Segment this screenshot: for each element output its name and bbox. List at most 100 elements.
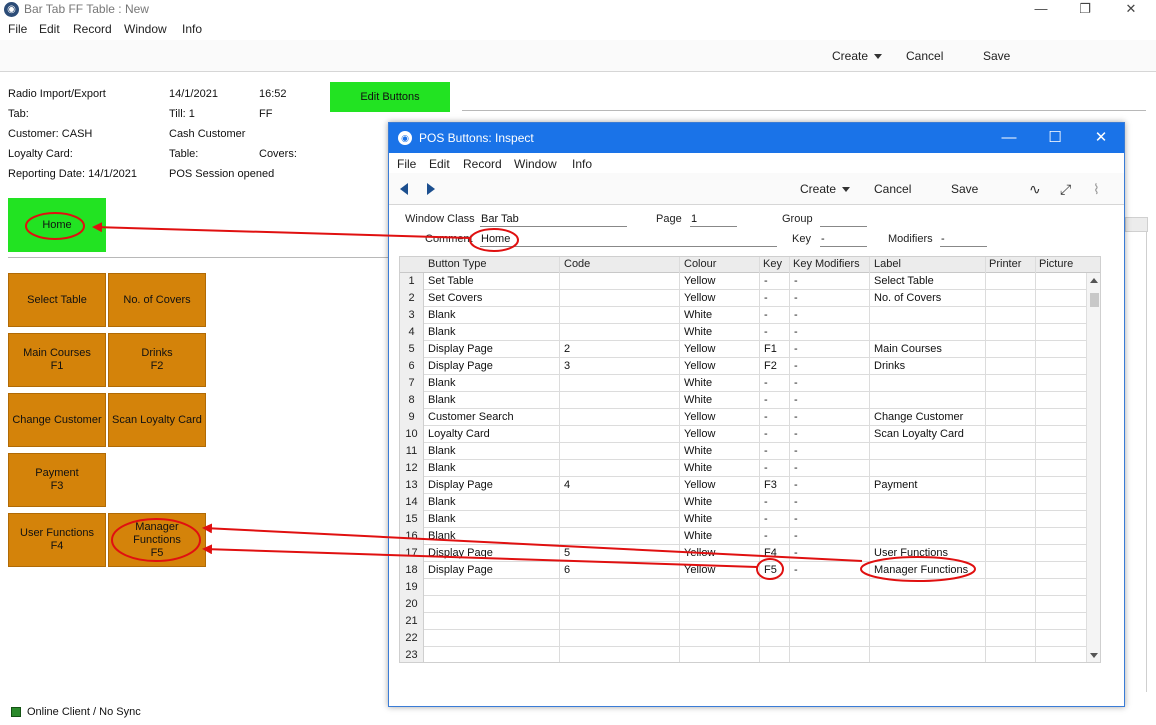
grid-scrollbar[interactable] [1086, 273, 1100, 662]
modifiers-field[interactable]: - [940, 233, 987, 247]
cell-key-modifiers[interactable]: - [794, 479, 798, 491]
cell-code[interactable]: 2 [564, 343, 570, 355]
col-button-type[interactable]: Button Type [428, 258, 487, 270]
menu-file[interactable]: File [397, 157, 416, 171]
cell-label[interactable]: Drinks [874, 360, 905, 372]
cell-key[interactable]: - [764, 292, 768, 304]
key-field[interactable]: - [820, 233, 867, 247]
cell-label[interactable]: No. of Covers [874, 292, 941, 304]
cancel-button[interactable]: Cancel [874, 182, 911, 196]
cell-colour[interactable]: Yellow [684, 479, 715, 491]
table-row[interactable]: 10 Loyalty Card Yellow - - Scan Loyalty Card [400, 426, 1086, 443]
cell-button-type[interactable]: Display Page [428, 360, 493, 372]
inspect-maximize-button[interactable]: ☐ [1032, 123, 1078, 153]
cell-colour[interactable]: Yellow [684, 275, 715, 287]
col-key-modifiers[interactable]: Key Modifiers [793, 258, 860, 270]
table-row[interactable]: 5 Display Page 2 Yellow F1 - Main Courses [400, 341, 1086, 358]
menu-window[interactable]: Window [124, 22, 167, 36]
cell-colour[interactable]: Yellow [684, 343, 715, 355]
previous-record-icon[interactable] [400, 183, 408, 195]
cell-colour[interactable]: Yellow [684, 428, 715, 440]
col-label[interactable]: Label [874, 258, 901, 270]
table-row[interactable]: 20 [400, 596, 1086, 613]
cell-key[interactable]: F1 [764, 343, 777, 355]
attachment-icon[interactable]: ⌇ [1093, 181, 1100, 198]
page-field[interactable]: 1 [690, 213, 737, 227]
table-row[interactable]: 4 Blank White - - [400, 324, 1086, 341]
cell-key[interactable]: - [764, 377, 768, 389]
cell-code[interactable]: 5 [564, 547, 570, 559]
cell-key[interactable]: - [764, 428, 768, 440]
table-row[interactable]: 22 [400, 630, 1086, 647]
cell-button-type[interactable]: Blank [428, 445, 456, 457]
cell-button-type[interactable]: Blank [428, 462, 456, 474]
cell-key-modifiers[interactable]: - [794, 530, 798, 542]
cell-button-type[interactable]: Blank [428, 513, 456, 525]
cell-colour[interactable]: White [684, 445, 712, 457]
comment-field[interactable]: Home [480, 233, 777, 247]
cell-key[interactable]: F2 [764, 360, 777, 372]
table-row[interactable]: 15 Blank White - - [400, 511, 1086, 528]
cell-key[interactable]: - [764, 275, 768, 287]
table-row[interactable]: 6 Display Page 3 Yellow F2 - Drinks [400, 358, 1086, 375]
cell-button-type[interactable]: Display Page [428, 547, 493, 559]
cell-key[interactable]: - [764, 462, 768, 474]
table-row[interactable]: 17 Display Page 5 Yellow F4 - User Functions [400, 545, 1086, 562]
scroll-thumb[interactable] [1090, 293, 1099, 307]
cell-code[interactable]: 6 [564, 564, 570, 576]
menu-record[interactable]: Record [73, 22, 112, 36]
cell-button-type[interactable]: Set Covers [428, 292, 482, 304]
pos-button-manager-functions[interactable]: Manager Functions F5 [108, 513, 206, 567]
menu-edit[interactable]: Edit [39, 22, 60, 36]
cell-label[interactable]: User Functions [874, 547, 948, 559]
cell-colour[interactable]: White [684, 377, 712, 389]
cell-key-modifiers[interactable]: - [794, 462, 798, 474]
next-record-icon[interactable] [427, 183, 435, 195]
activity-icon[interactable]: ∿ [1029, 181, 1041, 198]
table-row[interactable]: 1 Set Table Yellow - - Select Table [400, 273, 1086, 290]
create-button[interactable]: Create [832, 49, 883, 63]
cell-key-modifiers[interactable]: - [794, 564, 798, 576]
cell-key[interactable]: - [764, 394, 768, 406]
pos-button-scan-loyalty[interactable]: Scan Loyalty Card [108, 393, 206, 447]
minimize-button[interactable]: — [1018, 0, 1064, 20]
window-class-field[interactable]: Bar Tab [480, 213, 627, 227]
pos-button-select-table[interactable]: Select Table [8, 273, 106, 327]
col-picture[interactable]: Picture [1039, 258, 1073, 270]
cell-label[interactable]: Manager Functions [874, 564, 968, 576]
cell-key[interactable]: - [764, 326, 768, 338]
cell-key[interactable]: F3 [764, 479, 777, 491]
table-row[interactable]: 21 [400, 613, 1086, 630]
pos-button-covers[interactable]: No. of Covers [108, 273, 206, 327]
inspect-close-button[interactable]: ✕ [1078, 123, 1124, 153]
cell-button-type[interactable]: Blank [428, 377, 456, 389]
table-row[interactable]: 23 [400, 647, 1086, 662]
table-row[interactable]: 16 Blank White - - [400, 528, 1086, 545]
col-code[interactable]: Code [564, 258, 590, 270]
cell-label[interactable]: Select Table [874, 275, 934, 287]
group-field[interactable] [820, 213, 867, 227]
cell-colour[interactable]: Yellow [684, 411, 715, 423]
cancel-button[interactable]: Cancel [906, 49, 943, 63]
cell-button-type[interactable]: Display Page [428, 564, 493, 576]
col-key[interactable]: Key [763, 258, 782, 270]
menu-record[interactable]: Record [463, 157, 502, 171]
cell-key[interactable]: - [764, 309, 768, 321]
edit-buttons-button[interactable]: Edit Buttons [330, 82, 450, 112]
cell-colour[interactable]: White [684, 326, 712, 338]
cell-code[interactable]: 3 [564, 360, 570, 372]
cell-key[interactable]: F5 [764, 564, 777, 576]
save-button[interactable]: Save [951, 182, 978, 196]
menu-file[interactable]: File [8, 22, 27, 36]
cell-code[interactable]: 4 [564, 479, 570, 491]
cell-key-modifiers[interactable]: - [794, 547, 798, 559]
cell-colour[interactable]: White [684, 530, 712, 542]
scroll-down-icon[interactable] [1090, 653, 1098, 658]
restore-button[interactable]: ❐ [1062, 0, 1108, 20]
cell-colour[interactable]: Yellow [684, 292, 715, 304]
create-button[interactable]: Create [800, 182, 851, 196]
cell-key-modifiers[interactable]: - [794, 292, 798, 304]
cell-button-type[interactable]: Blank [428, 326, 456, 338]
table-row[interactable]: 11 Blank White - - [400, 443, 1086, 460]
cell-key-modifiers[interactable]: - [794, 309, 798, 321]
